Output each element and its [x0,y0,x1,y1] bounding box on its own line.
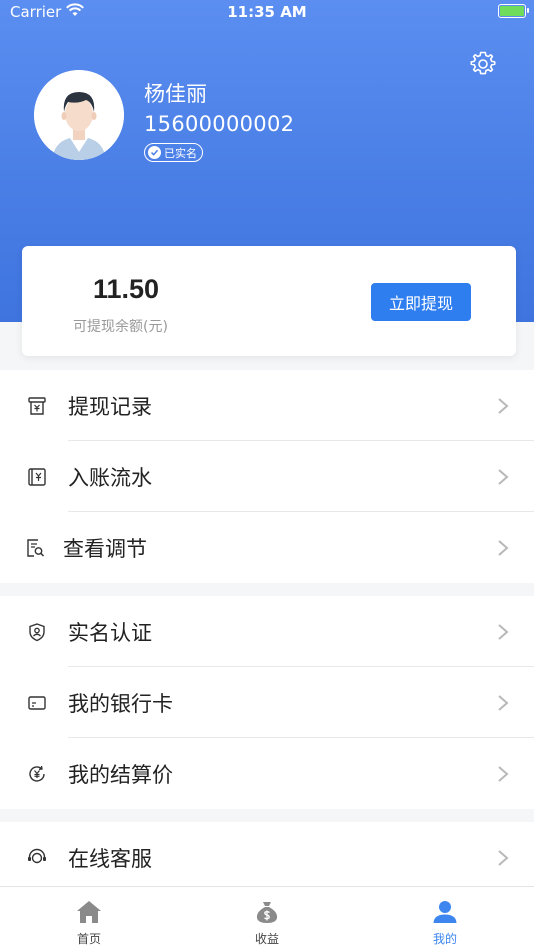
bank-card-icon [28,696,46,710]
status-bar: Carrier 11:35 AM [0,0,534,26]
receipt-icon [28,397,46,415]
yen-refresh-icon [29,765,45,782]
balance-label: 可提现余额(元) [73,319,168,335]
menu-group-support: 在线客服 [0,822,534,886]
chevron-right-icon [498,850,509,866]
balance-card: 11.50 可提现余额(元) 立即提现 [22,246,516,356]
avatar[interactable] [34,70,124,160]
menu-label: 实名认证 [68,620,152,645]
menu-label: 我的银行卡 [68,691,173,716]
avatar-illustration [34,70,124,160]
user-phone: 15600000002 [144,112,295,136]
tab-bar: 首页 收益 我的 [0,886,534,950]
menu-item-real-name-auth[interactable]: 实名认证 [0,596,534,667]
menu-item-view-adjustments[interactable]: 查看调节 [0,512,534,583]
menu-group-account: 实名认证 我的银行卡 我的结算价 [0,596,534,809]
tab-label: 首页 [76,932,101,946]
chevron-right-icon [498,624,509,640]
menu-item-withdraw-records[interactable]: 提现记录 [0,370,534,441]
menu-label: 提现记录 [68,394,152,419]
tab-label: 我的 [432,932,457,946]
chevron-right-icon [498,398,509,414]
tab-home[interactable]: 首页 [0,887,178,950]
home-icon [77,901,101,923]
clock: 11:35 AM [227,3,307,21]
menu-label: 在线客服 [68,846,152,871]
menu-item-income-flow[interactable]: 入账流水 [0,441,534,512]
check-icon [148,146,161,159]
user-name: 杨佳丽 [144,82,207,106]
tab-mine[interactable]: 我的 [356,887,534,950]
menu-item-bank-cards[interactable]: 我的银行卡 [0,667,534,738]
verified-label: 已实名 [164,146,197,160]
withdraw-button[interactable]: 立即提现 [371,283,471,321]
chevron-right-icon [498,695,509,711]
menu-label: 入账流水 [68,465,152,490]
money-bag-icon [256,902,278,923]
tab-earnings[interactable]: 收益 [178,887,356,950]
menu-item-online-service[interactable]: 在线客服 [0,822,534,886]
menu-label: 查看调节 [63,536,147,561]
menu-group-records: 提现记录 入账流水 查看调节 [0,370,534,583]
menu-label: 我的结算价 [68,762,173,787]
balance-amount: 11.50 [93,274,160,304]
chevron-right-icon [498,766,509,782]
chevron-right-icon [498,540,509,556]
chevron-right-icon [498,469,509,485]
tab-label: 收益 [254,932,279,946]
gear-icon[interactable] [469,50,497,78]
battery-icon [498,4,529,18]
headset-icon [28,848,46,864]
document-search-icon [27,539,45,557]
id-shield-icon [29,623,45,642]
ledger-icon [28,468,46,486]
menu-item-settlement-price[interactable]: 我的结算价 [0,738,534,809]
verified-badge: 已实名 [144,143,203,162]
person-icon [433,901,457,923]
